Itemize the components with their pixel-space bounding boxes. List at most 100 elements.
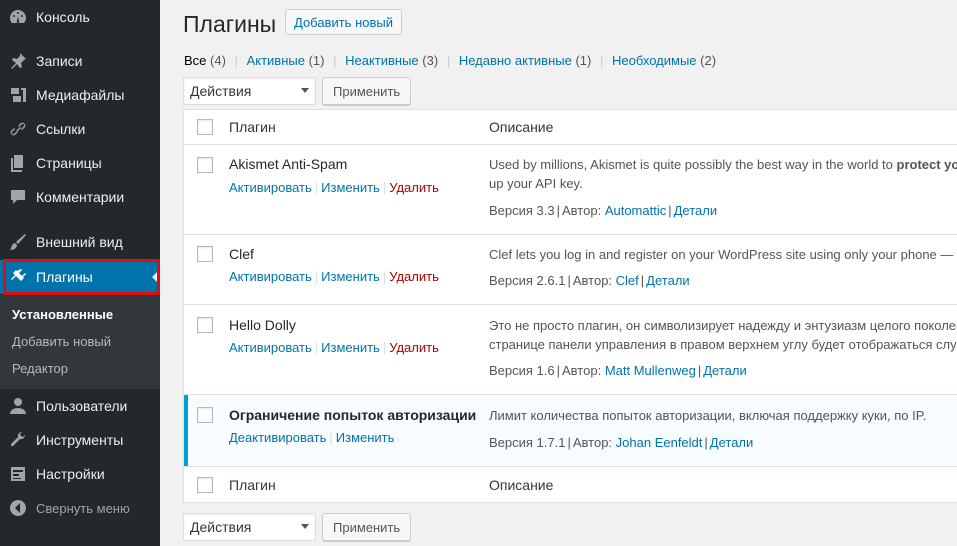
pages-icon	[0, 153, 36, 173]
plugin-description: Used by millions, Akismet is quite possi…	[489, 155, 957, 193]
plugin-meta: Версия 1.6 | Автор: Matt Mullenweg | Детали	[489, 363, 747, 378]
edit-link[interactable]: Изменить	[336, 430, 395, 445]
submenu-editor[interactable]: Редактор	[12, 361, 68, 376]
plugin-checkbox[interactable]	[197, 407, 213, 423]
plugin-name: Akismet Anti-Spam	[229, 156, 348, 172]
edit-link[interactable]: Изменить	[321, 340, 380, 355]
author-link[interactable]: Matt Mullenweg	[605, 363, 696, 378]
dashboard-icon	[0, 7, 36, 27]
menu-item-links[interactable]: Ссылки	[0, 112, 160, 146]
brush-icon	[0, 232, 36, 252]
activate-link[interactable]: Активировать	[229, 269, 312, 284]
bulk-actions-select-top[interactable]: Действия	[183, 77, 316, 105]
delete-link[interactable]: Удалить	[389, 180, 439, 195]
column-header-description: Описание	[489, 119, 554, 135]
menu-label: Записи	[36, 53, 83, 69]
author-link[interactable]: Johan Eenfeldt	[616, 435, 703, 450]
action-separator: |	[314, 180, 319, 195]
menu-item-dashboard[interactable]: Консоль	[0, 0, 160, 34]
plugin-row-clef: Clef Активировать | Изменить | Удалить Clef …	[184, 235, 957, 305]
author-link[interactable]: Automattic	[605, 203, 666, 218]
select-all-checkbox-footer[interactable]	[197, 477, 213, 493]
chevron-down-icon	[301, 88, 309, 93]
deactivate-link[interactable]: Деактивировать	[229, 430, 326, 445]
details-link[interactable]: Детали	[710, 435, 754, 450]
submenu-installed[interactable]: Установленные	[12, 307, 113, 322]
bulk-actions-select-bottom[interactable]: Действия	[183, 513, 316, 541]
edit-link[interactable]: Изменить	[321, 269, 380, 284]
filter-all[interactable]: Все	[184, 53, 206, 68]
delete-link[interactable]: Удалить	[389, 340, 439, 355]
main-content: Плагины Добавить новый Все (4) | Активны…	[160, 0, 957, 546]
menu-item-appearance[interactable]: Внешний вид	[0, 225, 160, 259]
filter-must-use[interactable]: Необходимые	[612, 53, 697, 68]
plugin-description: Clef lets you log in and register on you…	[489, 247, 954, 262]
chevron-down-icon	[301, 524, 309, 529]
filter-separator: |	[234, 53, 238, 68]
meta-separator: |	[567, 273, 571, 288]
delete-link[interactable]: Удалить	[389, 269, 439, 284]
select-all-checkbox[interactable]	[197, 119, 213, 135]
column-header-plugin: Плагин	[229, 119, 276, 135]
menu-item-settings[interactable]: Настройки	[0, 457, 160, 491]
add-new-plugin-button[interactable]: Добавить новый	[285, 9, 402, 35]
pin-icon	[0, 51, 36, 71]
menu-label: Страницы	[36, 155, 102, 171]
menu-item-tools[interactable]: Инструменты	[0, 423, 160, 457]
plugin-version: Версия 3.3	[489, 203, 555, 218]
author-link[interactable]: Clef	[616, 273, 639, 288]
menu-item-plugins[interactable]: Плагины	[0, 260, 160, 294]
action-separator: |	[314, 340, 319, 355]
plugin-actions: Активировать | Изменить | Удалить	[229, 340, 439, 355]
plugin-name: Hello Dolly	[229, 317, 296, 333]
menu-item-users[interactable]: Пользователи	[0, 389, 160, 423]
column-footer-plugin: Плагин	[229, 477, 276, 493]
author-label: Автор:	[562, 363, 602, 378]
collapse-menu-button[interactable]: Свернуть меню	[0, 491, 160, 525]
description-text-line2: up your API key.	[489, 176, 583, 191]
details-link[interactable]: Детали	[703, 363, 747, 378]
table-footer-row: Плагин Описание	[184, 467, 957, 503]
menu-item-comments[interactable]: Комментарии	[0, 180, 160, 214]
details-link[interactable]: Детали	[646, 273, 690, 288]
submenu-add-new[interactable]: Добавить новый	[12, 334, 111, 349]
plugin-meta: Версия 1.7.1 | Автор: Johan Eenfeldt | Детал…	[489, 435, 753, 450]
menu-item-pages[interactable]: Страницы	[0, 146, 160, 180]
menu-item-media[interactable]: Медиафайлы	[0, 78, 160, 112]
menu-label: Медиафайлы	[36, 87, 125, 103]
collapse-arrow-icon	[0, 498, 36, 518]
filter-active[interactable]: Активные	[247, 53, 305, 68]
activate-link[interactable]: Активировать	[229, 180, 312, 195]
plugin-version: Версия 2.6.1	[489, 273, 566, 288]
meta-separator: |	[704, 435, 708, 450]
menu-label: Плагины	[36, 269, 93, 285]
apply-button-bottom[interactable]: Применить	[322, 513, 412, 541]
plugin-row-akismet: Akismet Anti-Spam Активировать | Изменить |…	[184, 145, 957, 235]
menu-label: Консоль	[36, 9, 90, 25]
plugins-submenu: Установленные Добавить новый Редактор	[0, 295, 160, 389]
filter-must-use-count: (2)	[700, 53, 717, 68]
menu-item-posts[interactable]: Записи	[0, 44, 160, 78]
filter-inactive[interactable]: Неактивные	[345, 53, 419, 68]
comment-icon	[0, 187, 36, 207]
details-link[interactable]: Детали	[674, 203, 718, 218]
meta-separator: |	[697, 363, 702, 378]
plugin-checkbox[interactable]	[197, 246, 213, 262]
admin-sidebar: Консоль Записи Медиафайлы Ссылки Страниц…	[0, 0, 160, 546]
activate-link[interactable]: Активировать	[229, 340, 312, 355]
plugin-meta: Версия 2.6.1 | Автор: Clef | Детали	[489, 273, 690, 288]
plugin-checkbox[interactable]	[197, 157, 213, 173]
menu-label: Комментарии	[36, 189, 125, 205]
menu-label: Пользователи	[36, 398, 128, 414]
edit-link[interactable]: Изменить	[321, 180, 380, 195]
menu-label: Настройки	[36, 466, 105, 482]
author-label: Автор:	[572, 273, 613, 288]
plugin-status-filters: Все (4) | Активные (1) | Неактивные (3) …	[184, 53, 716, 68]
plugin-version: Версия 1.6	[489, 363, 555, 378]
filter-active-count: (1)	[308, 53, 325, 68]
action-separator: |	[314, 269, 319, 284]
filter-recently-active[interactable]: Недавно активные	[459, 53, 572, 68]
plugin-checkbox[interactable]	[197, 317, 213, 333]
apply-button-top[interactable]: Применить	[322, 77, 412, 105]
filter-separator: |	[599, 53, 604, 68]
